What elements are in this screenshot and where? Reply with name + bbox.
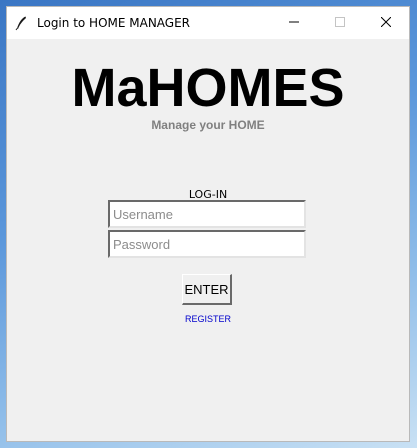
minimize-icon xyxy=(289,14,299,32)
minimize-button[interactable] xyxy=(271,7,317,39)
app-logo: MaHOMES xyxy=(71,58,345,118)
password-input[interactable] xyxy=(108,230,306,258)
enter-button[interactable]: ENTER xyxy=(182,274,232,305)
close-button[interactable] xyxy=(363,7,409,39)
username-input[interactable] xyxy=(108,200,306,228)
feather-icon xyxy=(13,15,29,31)
app-subtitle: Manage your HOME xyxy=(151,118,265,132)
register-link[interactable]: REGISTER xyxy=(7,314,409,324)
window-title: Login to HOME MANAGER xyxy=(37,16,191,30)
login-window: Login to HOME MANAGER MaHOMES Manage you… xyxy=(6,6,410,442)
maximize-button[interactable] xyxy=(317,7,363,39)
close-icon xyxy=(380,14,392,32)
title-bar[interactable]: Login to HOME MANAGER xyxy=(7,7,409,39)
login-content: MaHOMES Manage your HOME LOG-IN ENTER RE… xyxy=(7,39,409,441)
maximize-icon xyxy=(335,14,345,32)
